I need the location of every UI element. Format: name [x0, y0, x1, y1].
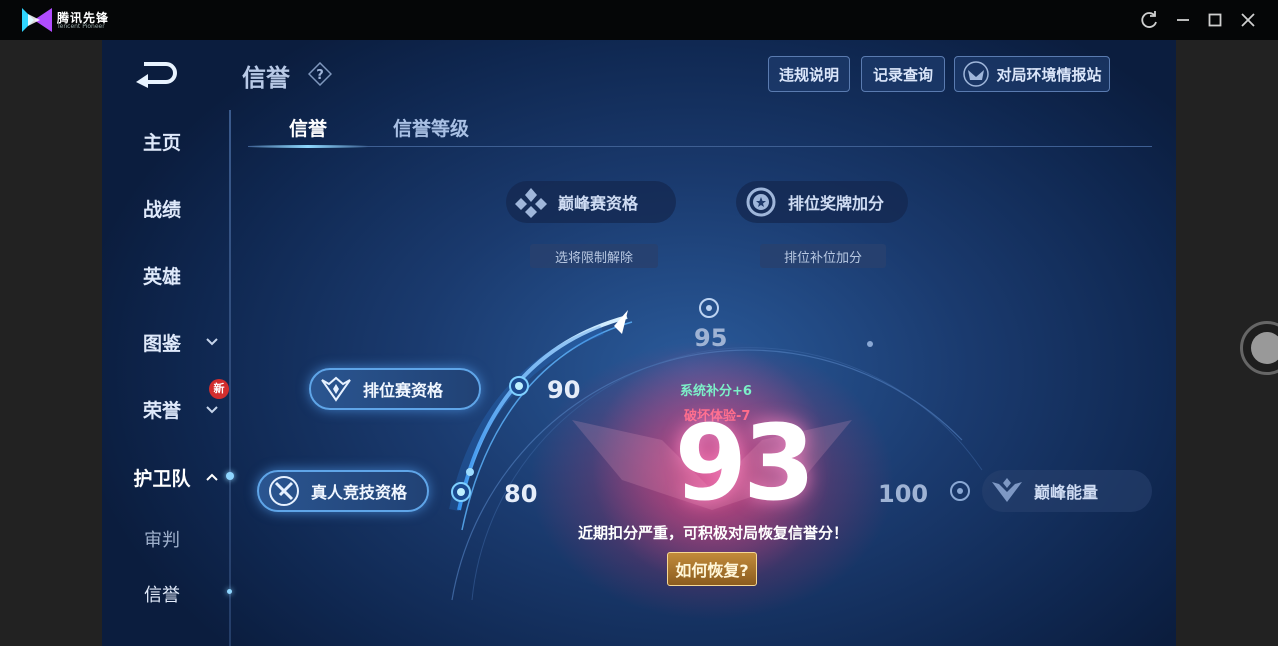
real-player-match-label: 真人竞技资格: [311, 483, 408, 502]
nav-item-credit[interactable]: 信誉: [102, 581, 222, 607]
chevron-down-icon[interactable]: [206, 406, 218, 414]
peak-crest-icon: [515, 188, 547, 218]
close-icon: [1241, 13, 1255, 27]
peak-energy[interactable]: 巅峰能量: [982, 470, 1152, 512]
page-title: 信誉: [242, 64, 290, 92]
tick-90: 90: [547, 376, 581, 404]
violation-rules-label: 违规说明: [778, 65, 839, 84]
tab-active-underline: [248, 145, 368, 148]
nav-item-codex[interactable]: 图鉴: [102, 329, 222, 356]
record-query-label: 记录查询: [872, 65, 933, 84]
crossed-swords-icon: [269, 476, 299, 506]
match-environment-report-label: 对局环境情报站: [996, 65, 1102, 84]
gauge-arc: [449, 298, 983, 601]
left-letterbox: [0, 40, 102, 646]
ranked-match-label: 排位赛资格: [363, 381, 444, 400]
refresh-icon: [1141, 11, 1157, 28]
tab-divider: [248, 146, 1152, 147]
app-name-en: Tencent Pioneer: [57, 23, 105, 30]
match-environment-report-button[interactable]: 对局环境情报站: [954, 56, 1110, 92]
new-badge: 新: [209, 379, 229, 399]
chevron-down-icon[interactable]: [206, 338, 218, 346]
maximize-icon: [1208, 13, 1222, 27]
floating-assistant-icon: [1251, 332, 1278, 364]
tick-100: 100: [878, 480, 929, 508]
help-icon[interactable]: ?: [308, 62, 332, 86]
real-player-match-qualification[interactable]: 真人竞技资格: [257, 470, 429, 512]
peak-energy-label: 巅峰能量: [1034, 483, 1099, 502]
svg-text:?: ?: [316, 68, 324, 83]
nav-sub-indicator: [227, 589, 232, 594]
nav-item-home[interactable]: 主页: [102, 128, 222, 155]
chevron-up-icon[interactable]: [206, 473, 218, 481]
refresh-button[interactable]: [1137, 8, 1161, 32]
system-bonus-text: 系统补分+6: [680, 384, 752, 399]
tick-80: 80: [504, 480, 538, 508]
maximize-button[interactable]: [1203, 8, 1227, 32]
ranked-wings-icon: [321, 376, 351, 402]
ranked-match-qualification[interactable]: 排位赛资格: [309, 368, 481, 410]
rank-fill-bonus: 排位补位加分: [760, 244, 886, 268]
record-query-button[interactable]: 记录查询: [861, 56, 945, 92]
rank-medal-bonus-label: 排位奖牌加分: [788, 194, 885, 213]
peak-match-qualification[interactable]: 巅峰赛资格: [506, 181, 676, 223]
nav-item-record[interactable]: 战绩: [102, 195, 222, 222]
tick-95: 95: [694, 324, 728, 352]
hero-restriction-lifted: 选将限制解除: [530, 244, 658, 268]
tab-credit[interactable]: 信誉: [289, 114, 327, 141]
nav-divider: [229, 110, 231, 646]
shield-badge-icon: [963, 61, 990, 87]
nav-active-indicator: [226, 472, 234, 480]
rank-medal-bonus[interactable]: 排位奖牌加分: [736, 181, 908, 223]
violation-rules-button[interactable]: 违规说明: [768, 56, 850, 92]
close-button[interactable]: [1236, 8, 1260, 32]
emulator-titlebar: 腾讯先锋 Tencent Pioneer: [0, 0, 1278, 40]
minimize-button[interactable]: [1171, 8, 1195, 32]
how-to-recover-button[interactable]: 如何恢复?: [667, 552, 757, 586]
nav-item-guardians[interactable]: 护卫队: [102, 464, 222, 491]
minimize-icon: [1177, 19, 1189, 21]
game-viewport: 信誉 ? 违规说明 记录查询 对局环境情报站 主页 战绩 英雄 图鉴 荣誉 新 …: [102, 40, 1176, 646]
medal-star-icon: [746, 187, 776, 217]
warning-message: 近期扣分严重，可积极对局恢复信誉分！: [578, 524, 849, 542]
nav-item-hero[interactable]: 英雄: [102, 262, 222, 289]
peak-match-label: 巅峰赛资格: [558, 194, 639, 213]
tab-credit-level[interactable]: 信誉等级: [393, 114, 469, 141]
peak-energy-icon: [992, 478, 1022, 502]
back-arrow-icon[interactable]: [136, 60, 192, 88]
nav-item-judgement[interactable]: 审判: [102, 526, 222, 552]
nav-item-honor[interactable]: 荣誉: [102, 396, 222, 423]
app-logo-icon: [22, 8, 52, 32]
credit-score: 93: [674, 402, 816, 524]
